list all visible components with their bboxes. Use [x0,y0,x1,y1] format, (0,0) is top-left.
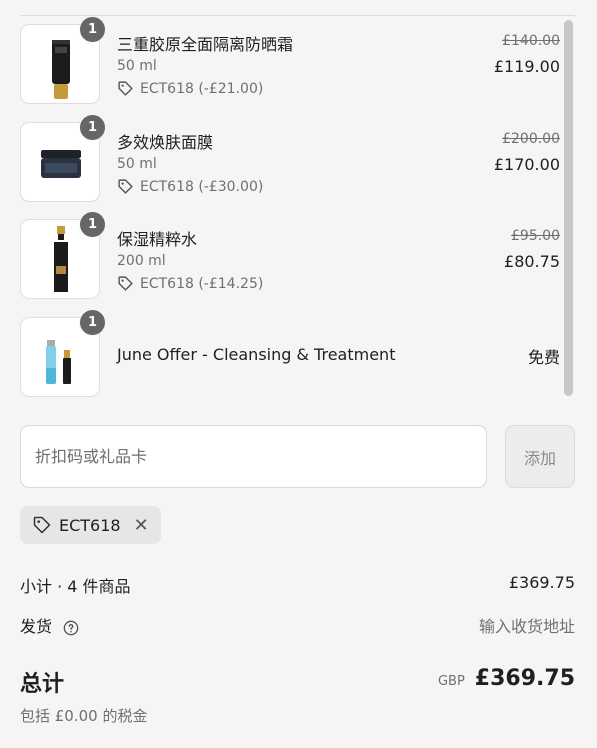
help-icon[interactable] [63,620,79,636]
shipping-row: 发货 [20,613,79,637]
item-price: 免费 [527,348,560,367]
applied-code-text: ECT618 [59,515,121,535]
cart-item: 1 三重胶原全面隔离防晒霜 50 ml ECT618 (-£21.00) £14… [20,16,560,104]
quantity-badge: 1 [79,211,106,238]
original-price: £200.00 [502,131,560,147]
currency-code: GBP [437,674,465,689]
item-variant: 200 ml [117,253,166,269]
item-variant: 50 ml [117,58,157,74]
original-price: £140.00 [502,33,560,49]
total-value: £369.75 [474,666,575,691]
tag-icon [118,179,133,194]
quantity-badge: 1 [79,16,106,43]
discount-code-input[interactable] [20,425,487,488]
shipping-value: 输入收货地址 [478,617,575,636]
cart-item: 1 June Offer - Cleansing & Treatment 免费 [20,309,560,397]
discount-text: ECT618 (-£30.00) [140,178,264,195]
item-discount: ECT618 (-£30.00) [117,178,263,195]
item-name: 保湿精粹水 [117,230,198,249]
tag-icon [33,516,51,534]
original-price: £95.00 [511,228,560,244]
item-name: 多效焕肤面膜 [117,133,214,152]
tax-note: 包括 £0.00 的税金 [20,707,148,725]
subtotal-value: £369.75 [508,573,575,592]
cart-item: 1 保湿精粹水 200 ml ECT618 (-£14.25) £95.00 £… [20,211,560,299]
item-variant: 50 ml [117,156,157,172]
discount-text: ECT618 (-£14.25) [140,275,264,292]
item-price: £170.00 [493,155,560,174]
tag-icon [118,276,133,291]
item-name: 三重胶原全面隔离防晒霜 [117,35,294,54]
total-label: 总计 [20,672,65,697]
top-divider [20,15,575,16]
cart-item: 1 多效焕肤面膜 50 ml ECT618 (-£30.00) £200.00 … [20,114,560,202]
tag-icon [118,81,133,96]
quantity-badge: 1 [79,114,106,141]
remove-discount-icon[interactable]: ✕ [134,515,149,536]
item-price: £119.00 [493,57,560,76]
discount-text: ECT618 (-£21.00) [140,80,264,97]
scrollbar-thumb[interactable] [564,20,573,396]
applied-discount-chip: ECT618 ✕ [20,506,161,544]
item-price: £80.75 [504,252,560,271]
shipping-label: 发货 [20,617,53,636]
subtotal-label: 小计 · 4 件商品 [20,577,131,596]
apply-discount-button[interactable]: 添加 [505,425,575,488]
quantity-badge: 1 [79,309,106,336]
item-discount: ECT618 (-£14.25) [117,275,263,292]
item-name: June Offer - Cleansing & Treatment [117,345,396,364]
item-discount: ECT618 (-£21.00) [117,80,263,97]
total-amount-group: GBP £369.75 [438,666,575,691]
